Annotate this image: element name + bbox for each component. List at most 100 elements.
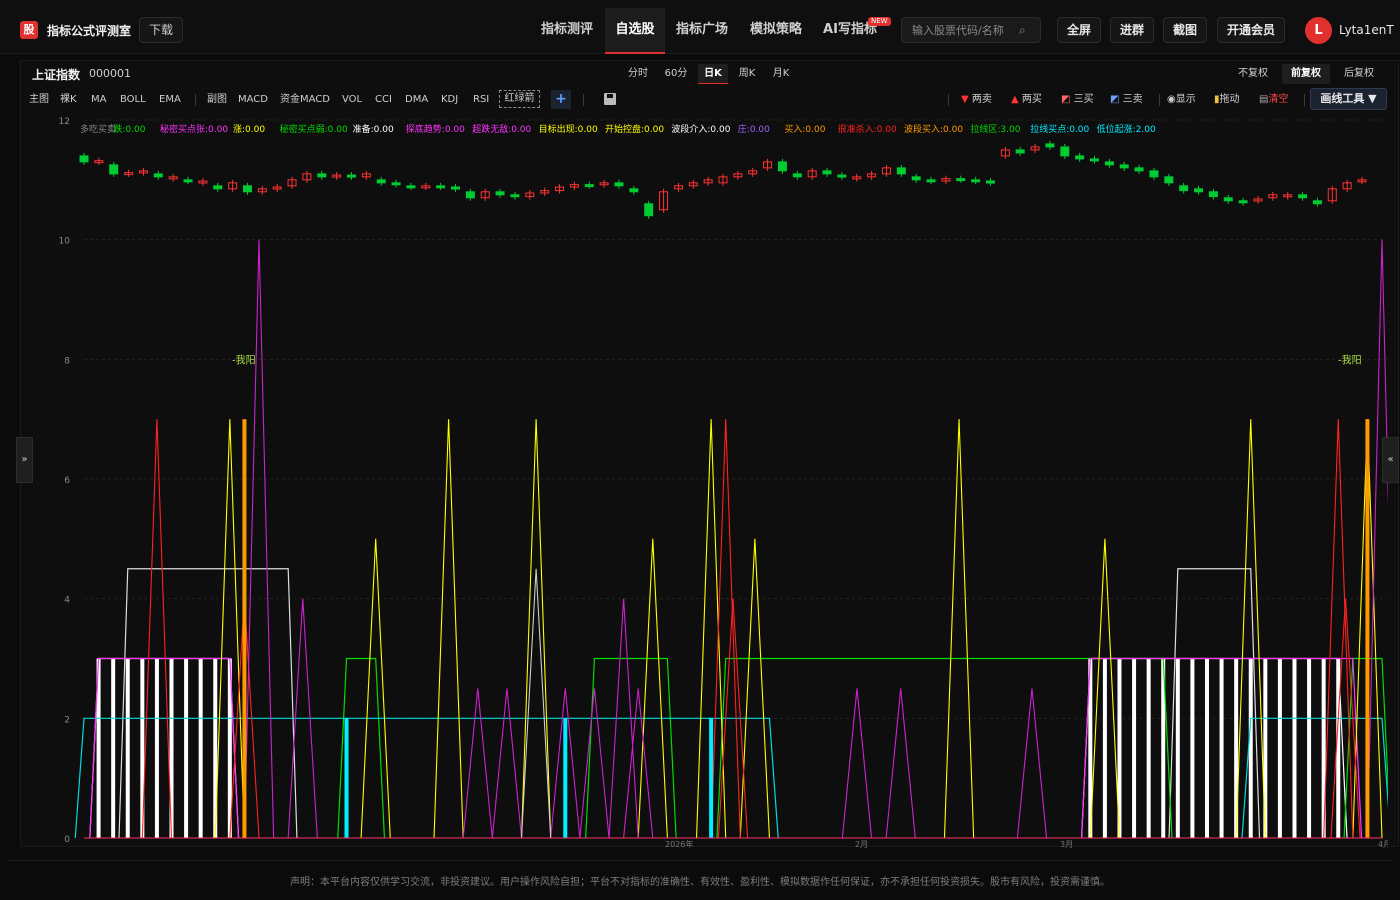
candle — [1045, 143, 1055, 148]
adjust-forward[interactable]: 前复权 — [1282, 64, 1330, 84]
draw-tool-dropdown[interactable]: 画线工具 ▼ — [1310, 88, 1387, 110]
signal-bar — [242, 419, 247, 838]
candle — [584, 184, 594, 188]
x-tick-label: 2月 — [855, 840, 868, 848]
nav-sim-strategy[interactable]: 模拟策略 — [742, 8, 810, 54]
series-peak — [885, 688, 916, 839]
period-weekly[interactable]: 周K — [733, 64, 761, 84]
signal-bar — [1102, 658, 1107, 838]
candle — [1208, 191, 1218, 198]
expand-right-icon[interactable]: « — [1382, 437, 1399, 483]
save-icon[interactable] — [604, 93, 616, 105]
search-icon[interactable]: ⌕ — [1019, 23, 1026, 38]
nav-watchlist[interactable]: 自选股 — [605, 8, 665, 54]
y-tick-label: 0 — [64, 835, 70, 845]
candle — [183, 179, 193, 183]
y-tick-label: 12 — [59, 117, 70, 127]
period-intraday[interactable]: 分时 — [623, 64, 653, 84]
indicator-fund-macd[interactable]: 资金MACD — [280, 93, 330, 107]
join-group-button[interactable]: 进群 — [1110, 17, 1154, 43]
candle — [1238, 200, 1248, 204]
indicator-main-chart[interactable]: 主图 — [29, 93, 49, 107]
series-peak — [433, 419, 464, 839]
candle — [1119, 164, 1129, 169]
candle — [1194, 188, 1204, 193]
tool-three-sell-label: 三卖 — [1122, 94, 1143, 105]
candle — [1223, 197, 1233, 202]
period-monthly[interactable]: 月K — [767, 64, 795, 84]
down-triangle-icon: ▼ — [961, 94, 969, 105]
period-daily[interactable]: 日K — [698, 64, 728, 84]
period-60min[interactable]: 60分 — [660, 64, 692, 84]
legend-item: 波段介入:0.00 — [671, 123, 730, 135]
membership-button[interactable]: 开通会员 — [1217, 17, 1285, 43]
legend-item: 秘密买点张:0.00 — [160, 123, 228, 135]
indicator-red-green-arrow[interactable]: 红绿箭 — [499, 90, 540, 108]
signal-bar — [125, 658, 130, 838]
avatar[interactable]: L — [1305, 17, 1332, 44]
indicator-macd[interactable]: MACD — [238, 93, 268, 107]
series-peak — [623, 688, 654, 839]
nav-indicator-review[interactable]: 指标测评 — [533, 8, 601, 54]
tool-two-sell[interactable]: ▼ 两卖 — [961, 93, 992, 107]
candle — [911, 176, 921, 181]
candle — [465, 191, 475, 199]
expand-left-icon[interactable]: » — [16, 437, 33, 483]
indicator-sub-chart[interactable]: 副图 — [207, 93, 227, 107]
y-tick-label: 6 — [64, 476, 70, 486]
username[interactable]: Lyta1enT — [1339, 23, 1394, 37]
fullscreen-button[interactable]: 全屏 — [1057, 17, 1101, 43]
screenshot-button[interactable]: 截图 — [1163, 17, 1207, 43]
tool-clear[interactable]: ▤清空 — [1259, 93, 1288, 107]
tool-three-sell[interactable]: ◩ 三卖 — [1110, 93, 1143, 107]
y-tick-label: 8 — [64, 356, 70, 366]
signal-bar — [563, 718, 568, 838]
tool-drag[interactable]: ▮拖动 — [1214, 93, 1240, 107]
tool-three-buy[interactable]: ◩ 三买 — [1061, 93, 1094, 107]
indicator-chart[interactable]: 0 2 4 6 8 10 12 2026年 2月 3月 4月 多吃买卖跌:0.00 秘密买点张:0.00… — [20, 113, 1388, 848]
nav-ai-indicator[interactable]: AI写指标 — [816, 8, 884, 54]
indicator-dma[interactable]: DMA — [405, 93, 428, 107]
brand-title: 指标公式评测室 — [47, 24, 132, 38]
candle — [614, 182, 624, 187]
download-button[interactable]: 下载 — [139, 17, 183, 43]
tool-show-label: 显示 — [1175, 94, 1196, 105]
tool-two-buy[interactable]: ▲ 两买 — [1011, 93, 1042, 107]
adjust-none[interactable]: 不复权 — [1233, 64, 1273, 84]
chart-annotation: -我阳 — [1338, 354, 1362, 366]
divider — [8, 860, 1392, 861]
candle — [644, 203, 654, 217]
indicator-ma[interactable]: MA — [91, 93, 106, 107]
indicator-ema[interactable]: EMA — [159, 93, 181, 107]
candle — [1075, 155, 1085, 160]
signal-bar — [1190, 658, 1195, 838]
indicator-kdj[interactable]: KDJ — [441, 93, 458, 107]
signal-bar — [1132, 658, 1137, 838]
candle — [317, 173, 327, 178]
candle — [391, 182, 401, 186]
legend-item: 跌:0.00 — [113, 124, 145, 135]
adjust-backward[interactable]: 后复权 — [1338, 64, 1380, 84]
series-peak — [491, 688, 523, 839]
legend-item: 波段买入:0.00 — [904, 123, 963, 135]
chart-line-icon: ◩ — [1110, 94, 1120, 105]
add-indicator-button[interactable]: + — [551, 90, 571, 109]
tool-three-buy-label: 三买 — [1073, 94, 1094, 105]
eye-icon: ◉ — [1167, 94, 1176, 105]
nav-indicator-square[interactable]: 指标广场 — [668, 8, 736, 54]
logo-icon: 股 — [20, 21, 38, 39]
indicator-vol[interactable]: VOL — [342, 93, 362, 107]
candle — [1149, 170, 1159, 178]
indicator-boll[interactable]: BOLL — [120, 93, 146, 107]
tool-two-sell-label: 两卖 — [971, 94, 992, 105]
indicator-rsi[interactable]: RSI — [473, 93, 489, 107]
indicator-cci[interactable]: CCI — [375, 93, 392, 107]
tool-show[interactable]: ◉显示 — [1167, 93, 1196, 107]
series-line — [1168, 568, 1261, 839]
legend-item: 拉线买点:0.00 — [1030, 123, 1089, 135]
candle — [79, 155, 89, 163]
indicator-bare-k[interactable]: 裸K — [60, 93, 77, 107]
signal-bar — [1248, 658, 1253, 838]
candle — [1298, 194, 1308, 199]
chart-annotation: -我阳 — [232, 354, 256, 366]
